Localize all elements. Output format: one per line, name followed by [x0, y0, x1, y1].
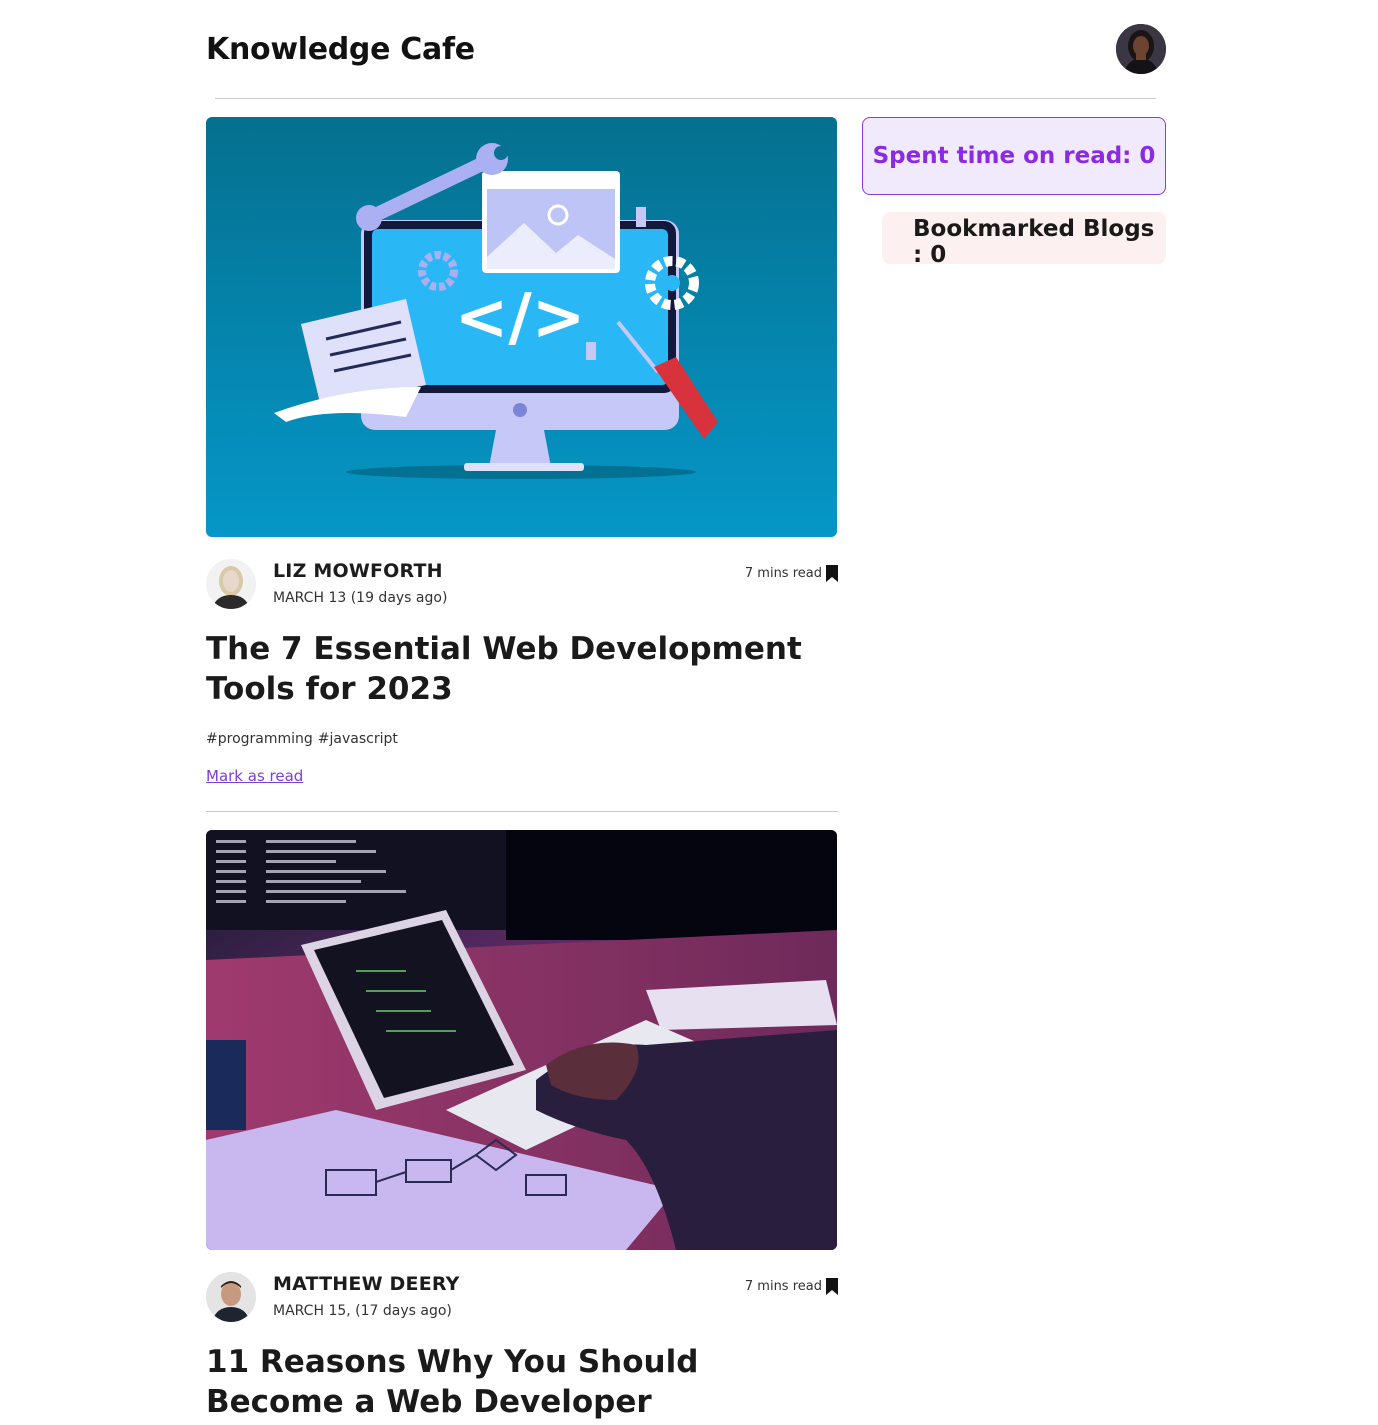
sidebar: Spent time on read: 0 Bookmarked Blogs :…: [862, 117, 1166, 268]
read-meta: 7 mins read: [745, 1278, 838, 1295]
author-avatar: [206, 1272, 256, 1322]
author-name: LIZ MOWFORTH: [273, 560, 443, 582]
profile-avatar-icon: [1116, 24, 1166, 74]
bookmark-icon[interactable]: [826, 565, 838, 582]
tag[interactable]: #programming: [206, 731, 313, 747]
author-avatar-icon: [206, 1272, 256, 1322]
blog-card: </> LIZ MOWFORTH MARCH 13 (19 days ago) …: [206, 117, 838, 812]
spent-time-label: Spent time on read: 0: [872, 143, 1156, 169]
author-avatar: [206, 559, 256, 609]
site-header: Knowledge Cafe: [206, 22, 1166, 78]
post-title: The 7 Essential Web Development Tools fo…: [206, 631, 802, 707]
spent-time-box: Spent time on read: 0: [862, 117, 1166, 195]
tag[interactable]: #javascript: [318, 731, 398, 747]
bookmarked-blogs-box: Bookmarked Blogs : 0: [882, 212, 1166, 268]
read-time: 7 mins read: [744, 1279, 822, 1294]
blog-list: </> LIZ MOWFORTH MARCH 13 (19 days ago) …: [206, 117, 838, 1422]
author-row: MATTHEW DEERY MARCH 15, (17 days ago) 7 …: [206, 1272, 838, 1342]
author-row: LIZ MOWFORTH MARCH 13 (19 days ago) 7 mi…: [206, 559, 838, 629]
read-time: 7 mins read: [744, 566, 822, 581]
blog-cover-image: </>: [206, 117, 837, 537]
blog-cover-image: [206, 830, 837, 1250]
tag-list: #programming #javascript: [206, 731, 838, 747]
blog-card: MATTHEW DEERY MARCH 15, (17 days ago) 7 …: [206, 830, 838, 1422]
profile-avatar[interactable]: [1116, 24, 1166, 74]
mark-as-read-link[interactable]: Mark as read: [206, 767, 303, 785]
bookmarked-blogs-label: Bookmarked Blogs : 0: [913, 216, 1155, 268]
read-meta: 7 mins read: [745, 565, 838, 582]
post-title: 11 Reasons Why You Should Become a Web D…: [206, 1344, 699, 1420]
author-avatar-icon: [206, 559, 256, 609]
post-date: MARCH 13 (19 days ago): [273, 590, 448, 606]
author-name: MATTHEW DEERY: [273, 1273, 460, 1295]
bookmark-icon[interactable]: [826, 1278, 838, 1295]
post-date: MARCH 15, (17 days ago): [273, 1303, 452, 1319]
header-divider: [215, 98, 1156, 99]
site-title: Knowledge Cafe: [206, 32, 475, 67]
svg-text:</>: </>: [455, 281, 586, 355]
blog-divider: [206, 811, 838, 812]
